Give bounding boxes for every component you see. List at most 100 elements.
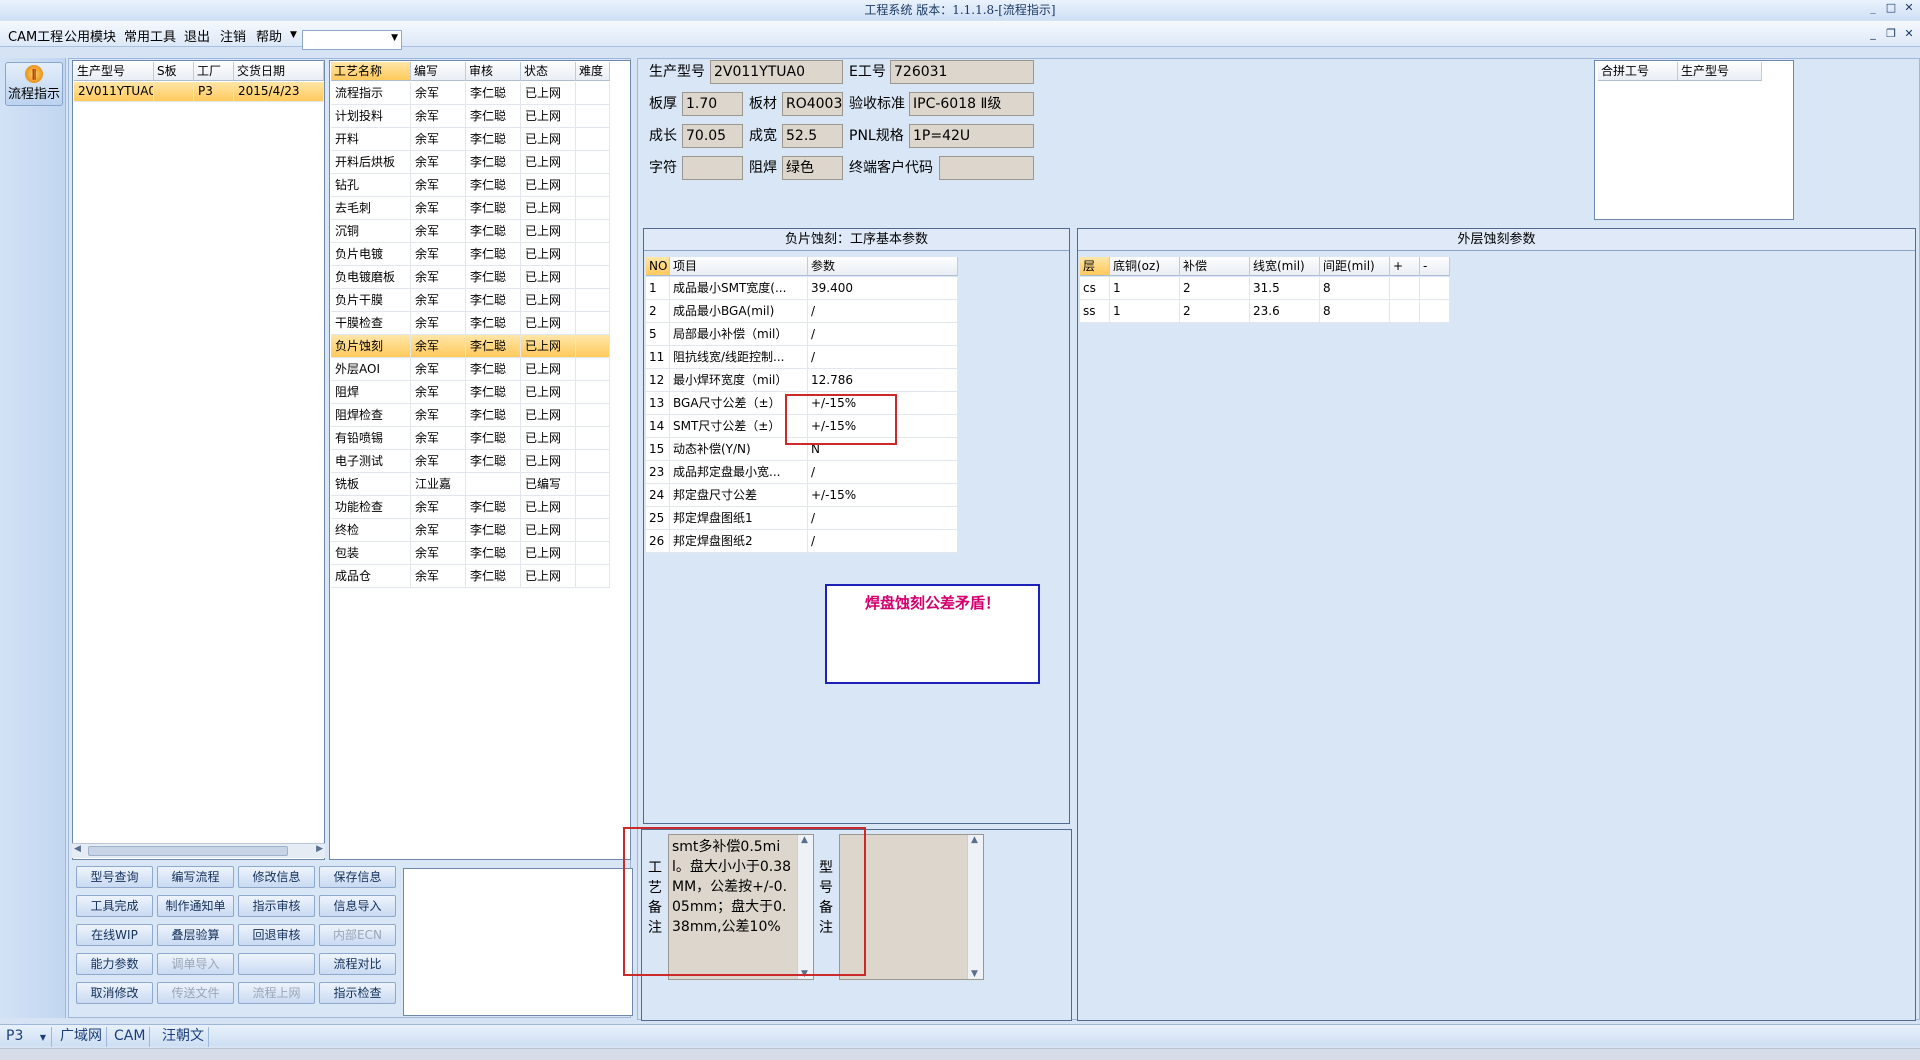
process-col-header[interactable]: 编写: [411, 62, 466, 81]
process-cell[interactable]: 有铅喷锡: [331, 427, 411, 450]
params-col-header[interactable]: 项目: [670, 257, 808, 276]
soldermask-field[interactable]: 绿色: [782, 156, 843, 180]
process-cell[interactable]: [576, 197, 610, 220]
customer-code-field[interactable]: [939, 156, 1034, 180]
outer-cell[interactable]: 8: [1320, 277, 1390, 300]
menu-cam[interactable]: CAM工程: [8, 26, 63, 45]
process-cell[interactable]: 李仁聪: [466, 151, 521, 174]
params-cell[interactable]: 成品邦定盘最小宽...: [670, 461, 808, 484]
close-icon[interactable]: ✕: [1902, 0, 1916, 16]
process-cell[interactable]: 已上网: [521, 82, 576, 105]
width-field[interactable]: 52.5: [782, 124, 843, 148]
outer-col-header[interactable]: 间距(mil): [1320, 257, 1390, 276]
process-cell[interactable]: [576, 381, 610, 404]
process-cell[interactable]: 李仁聪: [466, 312, 521, 335]
params-cell[interactable]: 邦定盘尺寸公差: [670, 484, 808, 507]
action-button[interactable]: 能力参数: [76, 953, 153, 975]
outer-cell[interactable]: [1390, 277, 1420, 300]
action-button[interactable]: 制作通知单: [157, 895, 234, 917]
params-cell[interactable]: 邦定焊盘图纸1: [670, 507, 808, 530]
menu-common-modules[interactable]: 公用模块: [64, 26, 116, 45]
process-cell[interactable]: 李仁聪: [466, 220, 521, 243]
process-cell[interactable]: 余军: [411, 289, 466, 312]
scroll-thumb[interactable]: [88, 846, 288, 856]
outer-cell[interactable]: 2: [1180, 277, 1250, 300]
params-cell[interactable]: 26: [646, 530, 670, 553]
process-cell[interactable]: 余军: [411, 496, 466, 519]
outer-cell[interactable]: [1390, 300, 1420, 323]
process-cell[interactable]: 阻焊: [331, 381, 411, 404]
process-cell[interactable]: 已上网: [521, 266, 576, 289]
process-cell[interactable]: 李仁聪: [466, 174, 521, 197]
params-cell[interactable]: 11: [646, 346, 670, 369]
params-cell[interactable]: 23: [646, 461, 670, 484]
outer-cell[interactable]: [1420, 300, 1450, 323]
scroll-right-icon[interactable]: ▶: [316, 844, 323, 854]
params-cell[interactable]: 12: [646, 369, 670, 392]
process-cell[interactable]: [576, 450, 610, 473]
action-button[interactable]: 指示审核: [238, 895, 315, 917]
pnl-field[interactable]: 1P=42U: [909, 124, 1034, 148]
process-cell[interactable]: [576, 427, 610, 450]
params-cell[interactable]: 39.400: [808, 277, 958, 300]
params-col-header[interactable]: 参数: [808, 257, 958, 276]
process-cell[interactable]: 已上网: [521, 519, 576, 542]
process-cell[interactable]: 余军: [411, 220, 466, 243]
process-cell[interactable]: 已上网: [521, 220, 576, 243]
orders-col-header[interactable]: 工厂: [194, 62, 234, 81]
params-cell[interactable]: 2: [646, 300, 670, 323]
process-cell-selected[interactable]: 余军: [411, 335, 466, 358]
process-cell[interactable]: [576, 243, 610, 266]
menu-logout[interactable]: 注销: [220, 26, 246, 45]
process-cell[interactable]: 李仁聪: [466, 289, 521, 312]
process-cell[interactable]: 余军: [411, 519, 466, 542]
params-cell[interactable]: 15: [646, 438, 670, 461]
process-cell[interactable]: 已上网: [521, 381, 576, 404]
action-button[interactable]: 传送文件: [157, 982, 234, 1004]
params-cell[interactable]: 阻抗线宽/线距控制...: [670, 346, 808, 369]
process-col-header[interactable]: 审核: [466, 62, 521, 81]
process-cell[interactable]: 余军: [411, 197, 466, 220]
params-cell[interactable]: 5: [646, 323, 670, 346]
action-button[interactable]: 型号查询: [76, 866, 153, 888]
params-col-header[interactable]: NO: [646, 257, 670, 276]
outer-col-header[interactable]: 层: [1080, 257, 1110, 276]
params-cell[interactable]: /: [808, 346, 958, 369]
outer-col-header[interactable]: 线宽(mil): [1250, 257, 1320, 276]
orders-cell[interactable]: [154, 82, 194, 102]
process-cell[interactable]: 李仁聪: [466, 128, 521, 151]
process-cell[interactable]: [576, 289, 610, 312]
process-cell[interactable]: 李仁聪: [466, 519, 521, 542]
outer-cell[interactable]: 31.5: [1250, 277, 1320, 300]
process-cell[interactable]: 李仁聪: [466, 450, 521, 473]
process-cell[interactable]: [576, 519, 610, 542]
process-cell[interactable]: 李仁聪: [466, 243, 521, 266]
menu-help[interactable]: 帮助: [256, 26, 282, 45]
params-cell[interactable]: 最小焊环宽度（mil）: [670, 369, 808, 392]
params-cell[interactable]: 12.786: [808, 369, 958, 392]
process-cell[interactable]: [576, 312, 610, 335]
params-cell[interactable]: /: [808, 507, 958, 530]
process-col-header[interactable]: 工艺名称: [331, 62, 411, 81]
action-button[interactable]: 在线WIP: [76, 924, 153, 946]
process-cell[interactable]: 余军: [411, 312, 466, 335]
process-cell[interactable]: 余军: [411, 358, 466, 381]
factory-combo[interactable]: P3 ▼: [2, 1027, 52, 1047]
process-cell[interactable]: 负片电镀: [331, 243, 411, 266]
params-cell[interactable]: 25: [646, 507, 670, 530]
process-cell[interactable]: 余军: [411, 105, 466, 128]
outer-cell[interactable]: 2: [1180, 300, 1250, 323]
action-button[interactable]: 修改信息: [238, 866, 315, 888]
cam-tab[interactable]: CAM: [110, 1027, 151, 1047]
process-cell[interactable]: 已上网: [521, 197, 576, 220]
action-button[interactable]: 叠层验算: [157, 924, 234, 946]
process-cell[interactable]: 已上网: [521, 128, 576, 151]
outer-col-header[interactable]: 底铜(oz): [1110, 257, 1180, 276]
process-cell[interactable]: [576, 82, 610, 105]
process-cell[interactable]: 已上网: [521, 404, 576, 427]
process-cell[interactable]: 开料后烘板: [331, 151, 411, 174]
process-cell[interactable]: 去毛刺: [331, 197, 411, 220]
length-field[interactable]: 70.05: [682, 124, 743, 148]
outer-cell[interactable]: cs: [1080, 277, 1110, 300]
process-cell[interactable]: 已上网: [521, 289, 576, 312]
